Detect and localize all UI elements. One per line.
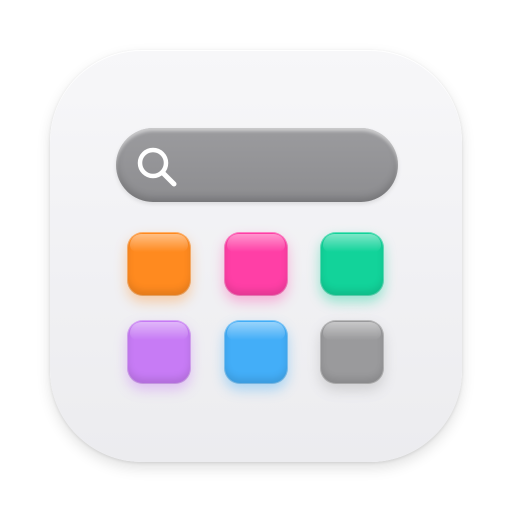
orange-tile (127, 232, 191, 296)
search-icon (137, 147, 177, 187)
blue-tile (224, 320, 288, 384)
app-icon[interactable] (50, 50, 462, 462)
pink-tile (224, 232, 288, 296)
purple-tile (127, 320, 191, 384)
gray-tile (320, 320, 384, 384)
search-bar (116, 128, 398, 202)
green-tile (320, 232, 384, 296)
